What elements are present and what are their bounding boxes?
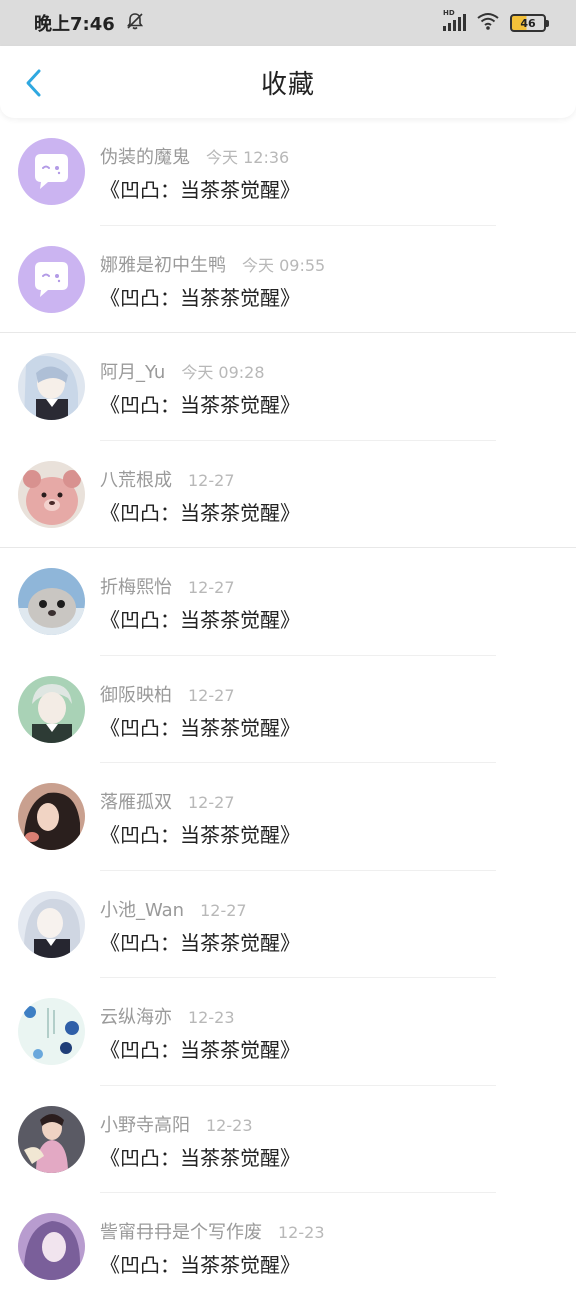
status-bar: 晚上7:46 HD 46 [0, 0, 576, 46]
list-item[interactable]: 伪装的魔鬼 今天 12:36 《凹凸：当茶茶觉醒》 [0, 118, 576, 226]
avatar[interactable] [18, 245, 85, 313]
favorite-title[interactable]: 《凹凸：当茶茶觉醒》 [100, 712, 300, 741]
anime-girl-white-avatar [18, 890, 85, 958]
favorite-title[interactable]: 《凹凸：当茶茶觉醒》 [100, 604, 300, 633]
favorite-title[interactable]: 《凹凸：当茶茶觉醒》 [100, 1142, 300, 1171]
favorite-title[interactable]: 《凹凸：当茶茶觉醒》 [100, 174, 300, 203]
chat-bubble-icon [18, 245, 85, 313]
favorite-title[interactable]: 《凹凸：当茶茶觉醒》 [100, 1249, 300, 1278]
favorite-title[interactable]: 《凹凸：当茶茶觉醒》 [100, 389, 300, 418]
timestamp: 12-27 [188, 793, 235, 812]
timestamp: 12-27 [188, 578, 235, 597]
header-bar: 收藏 [0, 46, 576, 118]
timestamp: 今天 09:55 [242, 255, 326, 275]
user-name[interactable]: 小池_Wan [100, 896, 184, 922]
timestamp: 12-27 [188, 470, 235, 490]
favorite-title[interactable]: 《凹凸：当茶茶觉醒》 [100, 1034, 300, 1063]
pink-bear-avatar [18, 460, 85, 528]
user-name[interactable]: 落雁孤双 [100, 788, 172, 814]
avatar[interactable] [18, 890, 85, 958]
chat-bubble-icon [18, 138, 85, 205]
list-item[interactable]: 八荒根成 12-27 《凹凸：当茶茶觉醒》 [0, 441, 576, 548]
avatar[interactable] [18, 783, 85, 850]
favorites-list: 伪装的魔鬼 今天 12:36 《凹凸：当茶茶觉醒》 娜雅是初中生鸭 今天 09:… [0, 118, 576, 1301]
list-item[interactable]: 小野寺高阳 12-23 《凹凸：当茶茶觉醒》 [0, 1086, 576, 1193]
user-name[interactable]: 小野寺高阳 [100, 1111, 190, 1137]
user-name[interactable]: 御阪映柏 [100, 681, 172, 707]
wifi-icon [476, 12, 500, 34]
avatar[interactable] [18, 675, 85, 743]
timestamp: 12-23 [278, 1223, 325, 1242]
user-name[interactable]: 八荒根成 [100, 466, 172, 492]
list-item[interactable]: 云纵海亦 12-23 《凹凸：当茶茶觉醒》 [0, 978, 576, 1086]
girl-photo-avatar [18, 783, 85, 850]
list-item[interactable]: 御阪映柏 12-27 《凹凸：当茶茶觉醒》 [0, 656, 576, 763]
list-item[interactable]: 阿月_Yu 今天 09:28 《凹凸：当茶茶觉醒》 [0, 333, 576, 441]
avatar[interactable] [18, 568, 85, 635]
timestamp: 今天 09:28 [181, 363, 265, 382]
anime-girl-avatar [18, 353, 85, 420]
battery-icon: 46 [510, 14, 549, 32]
avatar[interactable] [18, 998, 85, 1065]
list-item[interactable]: 娜雅是初中生鸭 今天 09:55 《凹凸：当茶茶觉醒》 [0, 226, 576, 333]
back-button[interactable] [18, 66, 48, 100]
favorite-title[interactable]: 《凹凸：当茶茶觉醒》 [100, 927, 300, 956]
list-item[interactable]: 小池_Wan 12-27 《凹凸：当茶茶觉醒》 [0, 871, 576, 978]
timestamp: 12-23 [206, 1115, 253, 1135]
mute-bell-icon [125, 11, 145, 36]
avatar[interactable] [18, 460, 85, 528]
list-item[interactable]: 落雁孤双 12-27 《凹凸：当茶茶觉醒》 [0, 763, 576, 871]
chevron-left-icon [26, 69, 41, 97]
timestamp: 今天 12:36 [206, 148, 290, 167]
page-title: 收藏 [260, 69, 315, 100]
favorite-title[interactable]: 《凹凸：当茶茶觉醒》 [100, 497, 300, 526]
favorite-title[interactable]: 《凹凸：当茶茶觉醒》 [100, 819, 300, 848]
avatar[interactable] [18, 138, 85, 205]
qipao-girl-avatar [18, 1105, 85, 1173]
timestamp: 12-23 [188, 1008, 235, 1027]
user-name[interactable]: 云纵海亦 [100, 1003, 172, 1029]
list-item[interactable]: 訾甯冄冄是个写作废 12-23 《凹凸：当茶茶觉醒》 [0, 1193, 576, 1301]
user-name[interactable]: 阿月_Yu [100, 358, 165, 384]
list-item[interactable]: 折梅熙怡 12-27 《凹凸：当茶茶觉醒》 [0, 548, 576, 656]
timestamp: 12-27 [200, 900, 247, 920]
blue-flowers-avatar [18, 998, 85, 1065]
avatar[interactable] [18, 1105, 85, 1173]
timestamp: 12-27 [188, 685, 235, 705]
user-name[interactable]: 娜雅是初中生鸭 [100, 251, 226, 277]
status-time: 晚上7:46 [34, 14, 115, 35]
battery-level: 46 [520, 16, 536, 30]
seal-avatar [18, 568, 85, 635]
purple-anime-avatar [18, 1213, 85, 1280]
anime-boy-avatar [18, 675, 85, 743]
favorite-title[interactable]: 《凹凸：当茶茶觉醒》 [100, 282, 300, 311]
avatar[interactable] [18, 1213, 85, 1280]
user-name[interactable]: 伪装的魔鬼 [100, 143, 190, 169]
cell-signal-icon: HD [443, 9, 466, 31]
avatar[interactable] [18, 353, 85, 420]
user-name[interactable]: 折梅熙怡 [100, 573, 172, 599]
user-name[interactable]: 訾甯冄冄是个写作废 [100, 1218, 262, 1244]
